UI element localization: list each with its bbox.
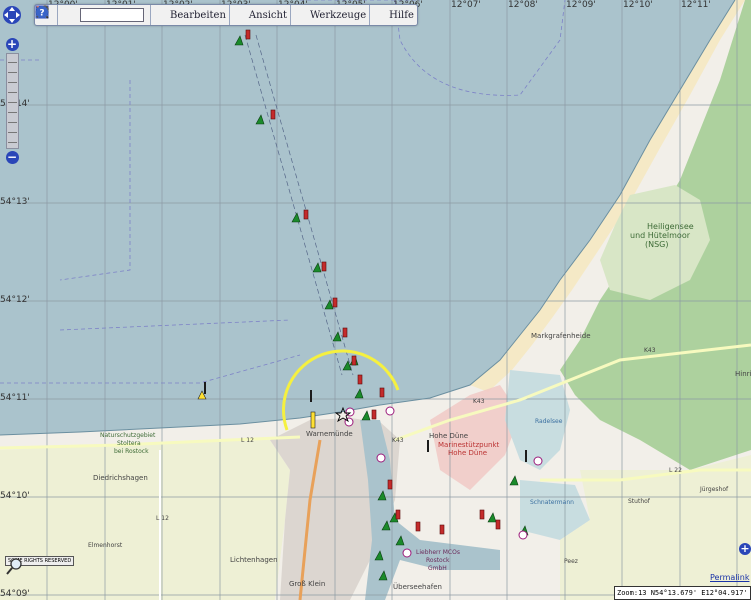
road-label-l12-south: L 12 [156, 515, 169, 522]
sea-zones [0, 0, 566, 384]
lat-label: 54°10' [0, 491, 30, 501]
place-label-nsg: (NSG) [645, 240, 669, 249]
place-label-stoltera: Stoltera [117, 440, 141, 447]
place-label-schnatermann: Schnatermann [530, 499, 574, 506]
view-menu[interactable]: Ansicht [35, 5, 291, 25]
map-toolbar: Bearbeiten Ansicht Werkzeuge ? Hilfe [34, 4, 418, 26]
road-label-k43: K43 [392, 437, 404, 444]
place-label-naturschutz: Naturschutzgebiet [100, 432, 156, 439]
tools-cross-icon [36, 6, 168, 22]
svg-text:?: ? [39, 9, 44, 19]
zoom-control: + − [5, 38, 19, 164]
edit-menu-label: Bearbeiten [170, 9, 226, 21]
place-label-hafen-rostock: Rostock [426, 557, 450, 564]
place-label-hohe-duene: Hohe Düne [429, 432, 469, 440]
nautical-map [0, 0, 751, 600]
position-readout: Zoom:13 N54°13.679' E12°04.917' [614, 586, 751, 600]
view-menu-label: Ansicht [248, 9, 287, 21]
permalink-link[interactable]: Permalink [710, 573, 749, 582]
road-label-k43-east: K43 [644, 347, 656, 354]
place-label-juergeshof: Jürgeshof [700, 486, 729, 493]
lon-label: 12°07' [451, 0, 481, 10]
farmland-area [0, 440, 290, 600]
lat-label: 54°13' [0, 197, 30, 207]
road-label-k43-mid: K43 [473, 398, 485, 405]
lon-label: 12°09' [566, 0, 596, 10]
place-label-lichtenhagen: Lichtenhagen [230, 556, 278, 564]
place-label-markgrafenheide: Markgrafenheide [531, 332, 591, 340]
place-label-hafen-gmbh: GmbH [428, 565, 447, 572]
question-icon: ? [36, 6, 387, 22]
place-label-warnemuende: Warnemünde [306, 430, 353, 438]
lon-label: 12°11' [681, 0, 711, 10]
lat-label: 54°12' [0, 295, 30, 305]
place-label-gross-klein: Groß Klein [289, 580, 326, 588]
eye-icon [35, 7, 247, 22]
wrench-icon [36, 5, 308, 22]
place-label-heiligensee: Heiligensee [647, 222, 694, 231]
place-label-marinestuetzpunkt: Marinestützpunkt [438, 441, 500, 449]
pan-control[interactable] [2, 4, 22, 26]
lon-label: 12°10' [623, 0, 653, 10]
place-label-huetelmoor: und Hütelmoor [630, 231, 690, 240]
pan-arrows-icon[interactable] [2, 4, 22, 26]
zoom-in-button[interactable]: + [5, 38, 19, 51]
lat-label: 54°11' [0, 393, 30, 403]
overview-expand-button[interactable]: + [739, 543, 751, 555]
edit-menu[interactable]: Bearbeiten [36, 5, 230, 25]
lon-label: 12°08' [508, 0, 538, 10]
lat-label: 54°09' [0, 589, 30, 599]
magnifier-icon[interactable] [36, 6, 75, 22]
zoom-out-button[interactable]: − [5, 151, 19, 164]
help-menu[interactable]: ? Hilfe [36, 5, 417, 25]
shipping-channel [244, 34, 354, 376]
magnifier-icon[interactable] [5, 556, 25, 576]
road-label-l12: L 12 [241, 437, 254, 444]
tools-menu[interactable]: Werkzeuge [36, 5, 371, 25]
place-label-liebherr: Liebherr MCOs [416, 549, 460, 556]
place-label-peez: Peez [564, 558, 578, 565]
place-label-ueberseehafen: Überseehafen [393, 583, 442, 591]
tools-menu-label: Werkzeuge [309, 9, 367, 21]
road-label-l22: L 22 [669, 467, 682, 474]
place-label-diedrichshagen: Diedrichshagen [93, 474, 148, 482]
place-label-marine-hohe-duene: Hohe Düne [448, 449, 488, 457]
place-label-hinrichshagen: Hinric [735, 370, 751, 378]
map-canvas[interactable]: 54°14' 54°13' 54°12' 54°11' 54°10' 54°09… [0, 0, 751, 600]
help-menu-label: Hilfe [389, 9, 414, 21]
search-input[interactable] [80, 8, 144, 22]
zoom-slider[interactable] [5, 53, 19, 149]
place-label-bei-rostock: bei Rostock [114, 448, 149, 455]
search-group [36, 5, 151, 25]
place-label-radelsee: Radelsee [535, 418, 563, 425]
place-label-stuthof: Stuthof [628, 498, 650, 505]
place-label-elmenhorst: Elmenhorst [88, 542, 123, 549]
attribution-badges: SOME RIGHTS RESERVED [5, 556, 75, 575]
